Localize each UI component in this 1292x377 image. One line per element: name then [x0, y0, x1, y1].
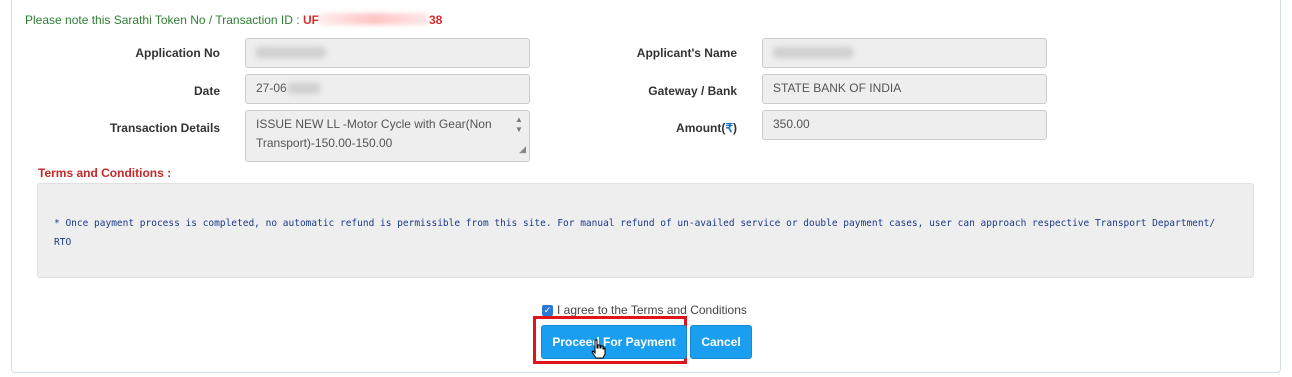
resize-grip-icon[interactable]: ◢ [519, 140, 526, 159]
token-suffix: 38 [428, 13, 443, 27]
gateway-bank-field: STATE BANK OF INDIA [762, 74, 1047, 104]
date-label: Date [193, 84, 220, 98]
amount-label-text: Amount( [676, 121, 726, 135]
amount-label-close: ) [733, 121, 737, 135]
gateway-bank-value: STATE BANK OF INDIA [773, 81, 902, 95]
proceed-for-payment-button[interactable]: Proceed For Payment [541, 325, 687, 359]
agree-label: I agree to the Terms and Conditions [557, 303, 747, 317]
applicant-name-label: Applicant's Name [636, 46, 737, 60]
hand-cursor-icon [591, 339, 606, 359]
cancel-button[interactable]: Cancel [690, 325, 752, 359]
token-note-label: Please note this Sarathi Token No / Tran… [25, 13, 303, 27]
transaction-details-value: ISSUE NEW LL -Motor Cycle with Gear(Non … [256, 117, 492, 150]
textarea-scroll-arrows[interactable]: ▲ ▼ [513, 115, 525, 135]
date-value: 27-06 [256, 81, 287, 95]
token-prefix: UF [302, 13, 319, 27]
amount-value: 350.00 [773, 117, 810, 131]
agree-checkbox[interactable]: ✓ [542, 304, 553, 316]
applicant-name-field [762, 38, 1047, 68]
agree-row[interactable]: ✓ I agree to the Terms and Conditions [542, 303, 747, 317]
amount-field: 350.00 [762, 110, 1047, 140]
rupee-icon: ₹ [725, 121, 733, 135]
application-no-label: Application No [135, 46, 220, 60]
terms-title: Terms and Conditions : [38, 166, 172, 180]
token-note: Please note this Sarathi Token No / Tran… [25, 13, 442, 27]
date-field: 27-06 [245, 74, 530, 104]
date-redacted [287, 83, 320, 95]
transaction-details-textarea[interactable]: ISSUE NEW LL -Motor Cycle with Gear(Non … [245, 110, 530, 162]
terms-text: * Once payment process is completed, no … [54, 218, 1216, 248]
token-redacted [318, 13, 429, 25]
application-no-field [245, 38, 530, 68]
amount-label: Amount(₹) [600, 121, 737, 135]
application-no-redacted [256, 47, 326, 59]
applicant-name-redacted [773, 47, 853, 59]
terms-box: * Once payment process is completed, no … [37, 183, 1254, 278]
transaction-details-label: Transaction Details [109, 121, 220, 135]
gateway-bank-label: Gateway / Bank [648, 84, 737, 98]
